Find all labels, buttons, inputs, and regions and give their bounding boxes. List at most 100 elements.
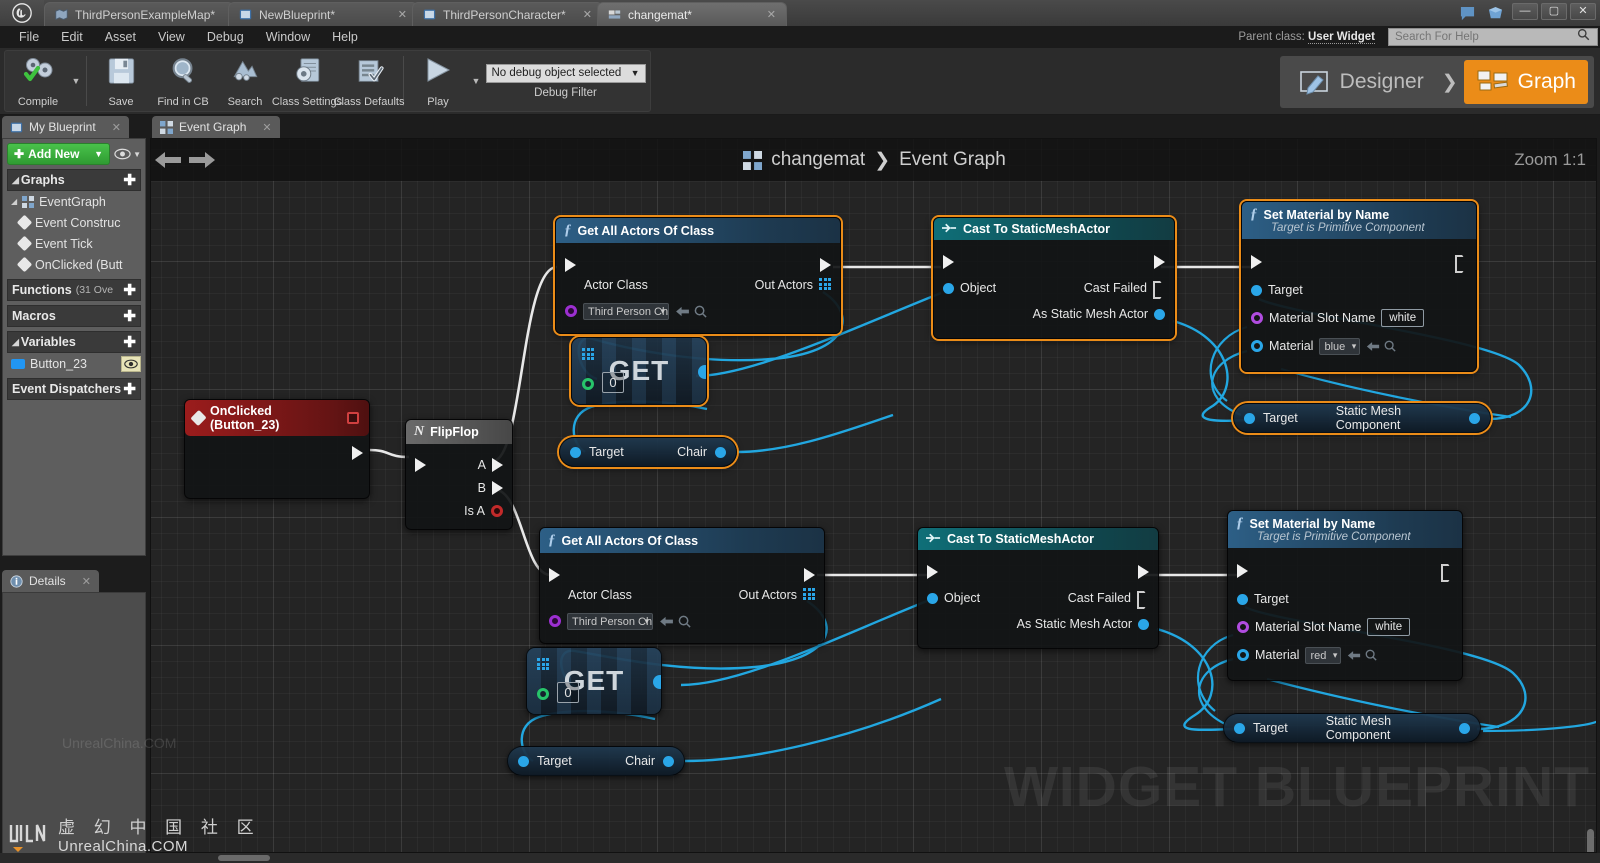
- exec-output-pin[interactable]: [1455, 255, 1467, 269]
- help-search-box[interactable]: [1388, 28, 1598, 46]
- as-static-mesh-actor-pin[interactable]: [1138, 618, 1149, 630]
- compile-button[interactable]: Compile: [7, 51, 69, 111]
- sidebar-item-onclicked[interactable]: OnClicked (Butt: [7, 254, 141, 275]
- name-input-pin[interactable]: [1251, 312, 1263, 324]
- array-input-pin[interactable]: [537, 658, 549, 670]
- node-set-material-by-name-1[interactable]: ƒ Set Material by Name Target is Primiti…: [1241, 201, 1477, 372]
- node-get-array-item-1[interactable]: GET 0: [571, 337, 707, 405]
- get-index-value[interactable]: 0: [557, 682, 579, 703]
- target-input-pin[interactable]: [518, 755, 529, 767]
- save-button[interactable]: Save: [90, 51, 152, 111]
- node-set-material-by-name-2[interactable]: ƒ Set Material by Name Target is Primiti…: [1227, 510, 1463, 681]
- class-input-pin[interactable]: [565, 305, 577, 317]
- smc-output-pin[interactable]: [1459, 722, 1470, 734]
- exec-input-pin[interactable]: [943, 255, 954, 269]
- exec-input-pin[interactable]: [1251, 255, 1262, 269]
- maximize-button[interactable]: ▢: [1541, 3, 1567, 20]
- sidebar-item-event-tick[interactable]: Event Tick: [7, 233, 141, 254]
- event-graph-canvas[interactable]: WIDGET BLUEPRINT OnClicked (Button_23) Ν…: [150, 138, 1597, 853]
- menu-view[interactable]: View: [147, 26, 196, 48]
- section-graphs[interactable]: ◢ Graphs ✚: [7, 169, 141, 191]
- class-input-pin[interactable]: [549, 615, 561, 627]
- menu-edit[interactable]: Edit: [50, 26, 94, 48]
- section-event-dispatchers[interactable]: Event Dispatchers ✚: [7, 378, 141, 400]
- browse-back-icon[interactable]: [1366, 341, 1380, 352]
- parent-class-value[interactable]: User Widget: [1308, 31, 1375, 44]
- target-input-pin[interactable]: [1244, 412, 1255, 424]
- target-input-pin[interactable]: [1234, 722, 1245, 734]
- node-cast-to-staticmeshactor-1[interactable]: Cast To StaticMeshActor Object Cast Fail…: [933, 217, 1175, 339]
- out-actors-array-pin[interactable]: [803, 588, 815, 600]
- search-icon[interactable]: [1577, 28, 1590, 46]
- breadcrumb-root[interactable]: changemat: [771, 149, 865, 171]
- compile-dropdown-icon[interactable]: ▼: [69, 51, 83, 111]
- node-get-all-actors-of-class-2[interactable]: ƒ Get All Actors Of Class Actor Class Ou…: [539, 527, 825, 644]
- exec-output-pin[interactable]: [1138, 565, 1149, 579]
- array-input-pin[interactable]: [582, 348, 594, 360]
- menu-window[interactable]: Window: [255, 26, 321, 48]
- exec-output-pin-a[interactable]: [492, 457, 503, 472]
- bool-output-pin[interactable]: [491, 504, 503, 517]
- exec-input-pin[interactable]: [415, 457, 426, 472]
- help-search-input[interactable]: [1395, 31, 1577, 43]
- graph-back-button[interactable]: [151, 149, 185, 171]
- tab-my-blueprint[interactable]: My Blueprint ✕: [2, 116, 129, 138]
- minimize-button[interactable]: —: [1512, 3, 1538, 20]
- close-icon[interactable]: ✕: [112, 121, 121, 134]
- debug-object-select[interactable]: No debug object selected ▼: [485, 63, 646, 83]
- window-tab-1[interactable]: NewBlueprint* ✕: [228, 2, 418, 26]
- get-index-value[interactable]: 0: [602, 372, 624, 393]
- class-settings-button[interactable]: Class Settings: [272, 51, 342, 111]
- smc-output-pin[interactable]: [1469, 412, 1480, 424]
- exec-input-pin[interactable]: [927, 565, 938, 579]
- node-onclicked-event[interactable]: OnClicked (Button_23): [184, 399, 370, 499]
- browse-back-icon[interactable]: [659, 616, 674, 627]
- delegate-output-pin[interactable]: [347, 412, 359, 424]
- add-graph-button[interactable]: ✚: [123, 171, 136, 189]
- material-select[interactable]: blue: [1319, 337, 1361, 355]
- material-input-pin[interactable]: [1237, 649, 1249, 661]
- node-cast-to-staticmeshactor-2[interactable]: Cast To StaticMeshActor Object Cast Fail…: [917, 527, 1159, 649]
- actor-class-select[interactable]: Third Person Cha: [567, 612, 653, 630]
- exec-output-pin[interactable]: [820, 258, 831, 272]
- browse-back-icon[interactable]: [1347, 650, 1361, 661]
- tab-event-graph[interactable]: Event Graph ✕: [152, 116, 280, 138]
- exec-input-pin[interactable]: [1237, 564, 1248, 578]
- sidebar-item-eventgraph[interactable]: ◢ EventGraph: [7, 191, 141, 212]
- graph-mode-button[interactable]: Graph: [1463, 60, 1588, 104]
- chair-output-pin[interactable]: [663, 755, 674, 767]
- graph-vertical-scrollbar[interactable]: [1587, 829, 1594, 852]
- exec-output-pin-b[interactable]: [492, 480, 503, 495]
- node-flipflop[interactable]: Ν FlipFlop A B Is A: [405, 419, 513, 530]
- get-output-pin[interactable]: [698, 365, 706, 379]
- window-tab-2[interactable]: ThirdPersonCharacter* ✕: [412, 2, 603, 26]
- window-tab-3[interactable]: changemat* ✕: [596, 2, 787, 26]
- target-input-pin[interactable]: [570, 446, 581, 458]
- play-button[interactable]: Play: [407, 51, 469, 111]
- section-variables[interactable]: ◢ Variables ✚: [7, 331, 141, 353]
- window-tab-0[interactable]: ThirdPersonExampleMap*: [44, 2, 234, 26]
- add-function-button[interactable]: ✚: [123, 281, 136, 299]
- target-input-pin[interactable]: [1251, 284, 1262, 296]
- out-actors-array-pin[interactable]: [819, 278, 831, 290]
- menu-file[interactable]: File: [8, 26, 50, 48]
- variable-visibility-toggle[interactable]: [121, 355, 141, 372]
- node-chair-variable-2[interactable]: Target Chair: [507, 746, 685, 776]
- exec-output-pin[interactable]: [1154, 255, 1165, 269]
- window-tab-close-icon[interactable]: ✕: [757, 8, 776, 21]
- play-dropdown-icon[interactable]: ▼: [469, 51, 483, 111]
- exec-output-pin[interactable]: [352, 446, 363, 460]
- close-button[interactable]: ✕: [1570, 3, 1596, 20]
- material-select[interactable]: red: [1305, 646, 1342, 664]
- feedback-icon[interactable]: [1456, 3, 1478, 23]
- horizontal-scrollbar[interactable]: [218, 855, 270, 861]
- chevron-down-icon[interactable]: ▼: [94, 149, 103, 159]
- exec-input-pin[interactable]: [565, 258, 576, 272]
- search-button[interactable]: Search: [214, 51, 276, 111]
- magnifier-icon[interactable]: [1365, 649, 1378, 661]
- magnifier-icon[interactable]: [678, 615, 691, 628]
- exec-input-pin[interactable]: [549, 568, 560, 582]
- node-static-mesh-component-1[interactable]: Target Static Mesh Component: [1233, 403, 1491, 433]
- menu-debug[interactable]: Debug: [196, 26, 255, 48]
- pin-tools[interactable]: [675, 305, 707, 318]
